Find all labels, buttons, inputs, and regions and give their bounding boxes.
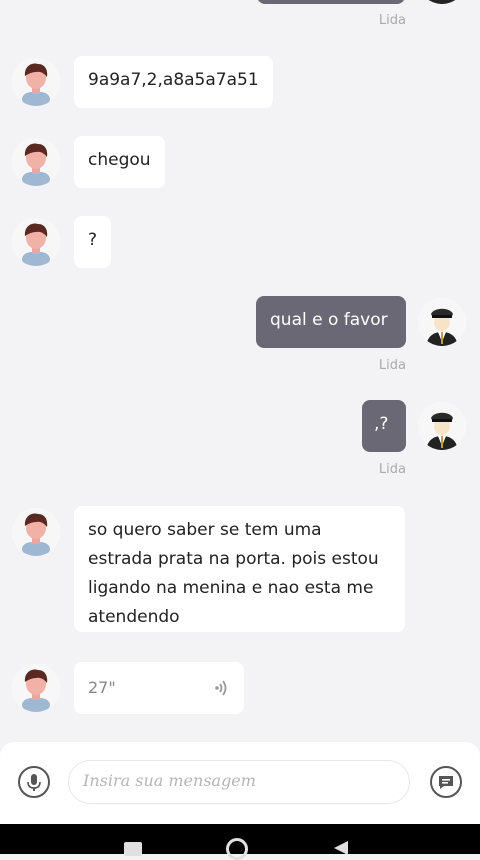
user-avatar[interactable] <box>12 138 60 186</box>
home-icon[interactable] <box>226 838 248 860</box>
driver-avatar[interactable] <box>418 402 466 450</box>
read-status: Lida <box>378 13 406 28</box>
incoming-message[interactable]: 9a9a7,2,a8a5a7a51 <box>74 56 273 108</box>
message-text: 9a9a7,2,a8a5a7a51 <box>88 70 259 90</box>
read-status: Lida <box>378 358 406 373</box>
user-avatar[interactable] <box>12 664 60 712</box>
incoming-message[interactable]: so quero saber se tem uma estrada prata … <box>74 506 405 632</box>
user-avatar[interactable] <box>12 508 60 556</box>
message-text: ? <box>88 230 98 250</box>
message-icon[interactable] <box>430 766 462 798</box>
read-status: Lida <box>378 462 406 477</box>
outgoing-bubble-partial <box>257 0 405 4</box>
message-text: so quero saber se tem uma estrada prata … <box>88 520 379 627</box>
outgoing-message[interactable]: qual e o favor <box>256 296 406 348</box>
audio-wave-icon[interactable] <box>214 678 230 703</box>
user-avatar[interactable] <box>12 218 60 266</box>
message-input[interactable]: Insira sua mensagem <box>68 760 410 804</box>
incoming-message[interactable]: chegou <box>74 136 165 188</box>
audio-message[interactable]: 27" <box>74 662 244 714</box>
message-text: ,? <box>374 414 389 434</box>
user-avatar[interactable] <box>12 58 60 106</box>
message-text: qual e o favor <box>270 310 388 330</box>
chat-area[interactable]: Lida 9a9a7,2,a8a5a7a51 chegou ? qual e o… <box>0 0 480 742</box>
back-icon[interactable] <box>330 840 350 859</box>
outgoing-message[interactable]: ,? <box>362 400 406 452</box>
incoming-message[interactable]: ? <box>74 216 112 268</box>
message-text: chegou <box>88 150 151 170</box>
system-navigation-bar <box>0 824 480 860</box>
microphone-icon[interactable] <box>18 766 50 798</box>
driver-avatar[interactable] <box>418 298 466 346</box>
message-composer: Insira sua mensagem <box>0 742 480 824</box>
audio-duration: 27" <box>88 678 116 697</box>
input-placeholder: Insira sua mensagem <box>83 771 256 790</box>
driver-avatar-partial <box>418 0 466 4</box>
